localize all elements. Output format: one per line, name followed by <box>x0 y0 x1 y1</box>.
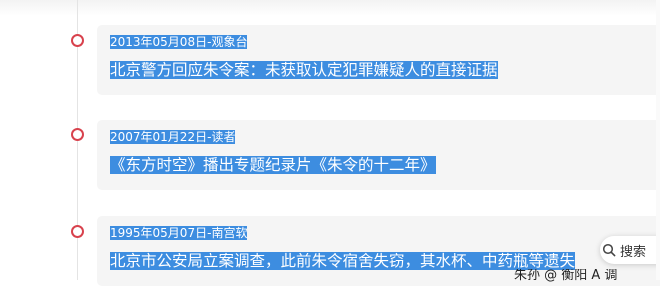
scrollbar[interactable] <box>656 0 660 280</box>
timeline-meta: 2007年01月22日-读者 <box>110 129 236 146</box>
timeline-meta: 2013年05月08日-观象台 <box>110 34 248 51</box>
partial-overlay-text: 朱孙 @ 衡阳 A 调 <box>514 269 618 283</box>
event-date: 2007年01月22日 <box>110 130 208 144</box>
floating-search-button[interactable]: 搜索 <box>600 236 660 264</box>
event-title-text[interactable]: 北京市公安局立案调查，此前朱令宿舍失窃，其水杯、中药瓶等遗失 <box>110 252 576 270</box>
event-title[interactable]: 北京警方回应朱令案：未获取认定犯罪嫌疑人的直接证据 <box>110 60 498 81</box>
event-title-text[interactable]: 《东方时空》播出专题纪录片《朱令的十二年》 <box>110 156 436 174</box>
event-source[interactable]: 南宫软 <box>211 226 248 240</box>
search-label: 搜索 <box>620 244 647 260</box>
event-date: 1995年05月07日 <box>110 226 208 240</box>
timeline-dot <box>71 225 84 238</box>
timeline-card[interactable]: 2007年01月22日-读者 《东方时空》播出专题纪录片《朱令的十二年》 <box>97 120 660 190</box>
event-title[interactable]: 《东方时空》播出专题纪录片《朱令的十二年》 <box>110 155 436 176</box>
search-icon <box>602 243 616 257</box>
timeline-card[interactable]: 2013年05月08日-观象台 北京警方回应朱令案：未获取认定犯罪嫌疑人的直接证… <box>97 25 660 95</box>
timeline-dot <box>71 34 84 47</box>
top-header-edge <box>0 0 660 16</box>
timeline-meta: 1995年05月07日-南宫软 <box>110 225 248 242</box>
timeline-dot <box>71 128 84 141</box>
event-title-text[interactable]: 北京警方回应朱令案：未获取认定犯罪嫌疑人的直接证据 <box>110 61 498 79</box>
event-date: 2013年05月08日 <box>110 35 208 49</box>
event-source[interactable]: 观象台 <box>211 35 248 49</box>
event-title[interactable]: 北京市公安局立案调查，此前朱令宿舍失窃，其水杯、中药瓶等遗失 <box>110 251 576 272</box>
event-source[interactable]: 读者 <box>211 130 236 144</box>
